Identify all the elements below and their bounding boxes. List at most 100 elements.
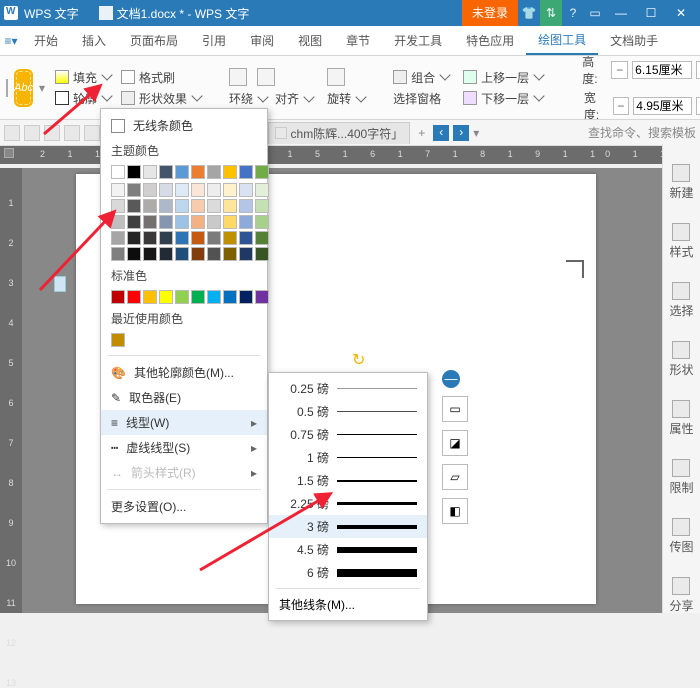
color-swatch[interactable] (239, 290, 253, 304)
weight-0-75[interactable]: 0.75 磅 (269, 423, 427, 446)
color-swatch[interactable] (239, 231, 253, 245)
color-swatch[interactable] (191, 165, 205, 179)
chevron-down-icon[interactable] (533, 90, 544, 101)
color-swatch[interactable] (207, 247, 221, 261)
sidepanel-restrict[interactable]: 限制 (669, 459, 693, 496)
width-input[interactable]: 4.95厘米 (633, 97, 692, 115)
menu-devtools[interactable]: 开发工具 (382, 26, 454, 55)
rotation-handle[interactable]: ↻ (352, 350, 365, 370)
ribbon-toggle-icon[interactable]: ▭ (584, 0, 606, 26)
color-swatch[interactable] (239, 247, 253, 261)
maximize-button[interactable]: ☐ (636, 0, 666, 26)
tab-scroll-left[interactable]: ‹ (433, 125, 449, 141)
weight-2-25[interactable]: 2.25 磅 (269, 492, 427, 515)
color-swatch[interactable] (207, 199, 221, 213)
color-swatch[interactable] (159, 290, 173, 304)
height-increment[interactable]: + (696, 61, 700, 79)
sync-icon[interactable]: ⇅ (540, 0, 562, 26)
qa-save-icon[interactable] (24, 125, 40, 141)
eyedropper[interactable]: ✎取色器(E) (101, 385, 267, 410)
color-swatch[interactable] (175, 215, 189, 229)
color-swatch[interactable] (159, 215, 173, 229)
qa-preview-icon[interactable] (64, 125, 80, 141)
height-decrement[interactable]: − (611, 61, 628, 79)
color-swatch[interactable] (159, 199, 173, 213)
effects-tool[interactable]: ◧ (442, 498, 468, 524)
weight-0-5[interactable]: 0.5 磅 (269, 400, 427, 423)
menu-view[interactable]: 视图 (286, 26, 334, 55)
color-swatch[interactable] (111, 333, 125, 347)
color-swatch[interactable] (111, 215, 125, 229)
line-type[interactable]: ≡线型(W)▸ (101, 410, 267, 435)
bring-forward-button[interactable]: 上移一层 (481, 69, 529, 86)
sidepanel-styles[interactable]: 样式 (669, 223, 693, 260)
tab-list-button[interactable]: ▾ (473, 126, 479, 140)
layout-tool[interactable]: ▭ (442, 396, 468, 422)
outline-button[interactable]: 轮廓 形状效果 (51, 89, 205, 108)
color-swatch[interactable] (127, 165, 141, 179)
rotate-icon[interactable] (327, 68, 345, 86)
chevron-down-icon[interactable] (191, 90, 202, 101)
color-swatch[interactable] (223, 231, 237, 245)
color-swatch[interactable] (127, 247, 141, 261)
color-swatch[interactable] (207, 165, 221, 179)
color-swatch[interactable] (111, 183, 125, 197)
fill-tool[interactable]: ◪ (442, 430, 468, 456)
menu-sections[interactable]: 章节 (334, 26, 382, 55)
color-swatch[interactable] (239, 215, 253, 229)
menu-doc-assistant[interactable]: 文档助手 (598, 26, 670, 55)
color-swatch[interactable] (255, 215, 269, 229)
doc-tab-2[interactable]: chm陈辉...400字符」 (268, 122, 411, 144)
color-swatch[interactable] (127, 215, 141, 229)
height-input[interactable]: 6.15厘米 (632, 61, 692, 79)
color-swatch[interactable] (207, 183, 221, 197)
color-swatch[interactable] (223, 290, 237, 304)
color-swatch[interactable] (143, 247, 157, 261)
color-swatch[interactable] (223, 183, 237, 197)
shape-effect-label[interactable]: 形状效果 (139, 90, 187, 107)
sidepanel-properties[interactable]: 属性 (669, 400, 693, 437)
color-swatch[interactable] (255, 247, 269, 261)
weight-3[interactable]: 3 磅 (269, 515, 427, 538)
color-swatch[interactable] (239, 183, 253, 197)
color-swatch[interactable] (223, 165, 237, 179)
chevron-down-icon[interactable] (439, 69, 450, 80)
minimize-button[interactable]: — (606, 0, 636, 26)
sidepanel-share[interactable]: 分享 (669, 577, 693, 614)
color-swatch[interactable] (111, 231, 125, 245)
color-swatch[interactable] (143, 165, 157, 179)
sidepanel-select[interactable]: 选择 (669, 282, 693, 319)
send-backward-button[interactable]: 下移一层 (481, 90, 529, 107)
color-swatch[interactable] (223, 215, 237, 229)
color-swatch[interactable] (175, 247, 189, 261)
color-swatch[interactable] (191, 290, 205, 304)
menu-dropdown-icon[interactable]: ≡▾ (0, 26, 22, 55)
qa-undo-icon[interactable] (84, 125, 100, 141)
sidepanel-uploadimg[interactable]: 传图 (669, 518, 693, 555)
close-button[interactable]: ✕ (666, 0, 696, 26)
menu-page-layout[interactable]: 页面布局 (118, 26, 190, 55)
chevron-down-icon[interactable] (101, 69, 112, 80)
no-line-color[interactable]: 无线条颜色 (101, 113, 267, 138)
tab-scroll-right[interactable]: › (453, 125, 469, 141)
color-swatch[interactable] (111, 247, 125, 261)
color-swatch[interactable] (143, 290, 157, 304)
color-swatch[interactable] (191, 183, 205, 197)
color-swatch[interactable] (143, 183, 157, 197)
color-swatch[interactable] (239, 165, 253, 179)
help-icon[interactable]: ? (562, 0, 584, 26)
color-swatch[interactable] (159, 247, 173, 261)
fill-button[interactable]: 填充 格式刷 (51, 68, 205, 87)
color-swatch[interactable] (255, 199, 269, 213)
sidepanel-shapes[interactable]: 形状 (669, 341, 693, 378)
qa-print-icon[interactable] (44, 125, 60, 141)
dash-type[interactable]: ┅虚线线型(S)▸ (101, 435, 267, 460)
color-swatch[interactable] (111, 199, 125, 213)
outline-tool[interactable]: ▱ (442, 464, 468, 490)
align-icon[interactable] (257, 68, 275, 86)
color-swatch[interactable] (255, 290, 269, 304)
color-swatch[interactable] (207, 215, 221, 229)
color-swatch[interactable] (111, 290, 125, 304)
color-swatch[interactable] (191, 231, 205, 245)
wrap-button[interactable]: 环绕 (229, 90, 253, 107)
